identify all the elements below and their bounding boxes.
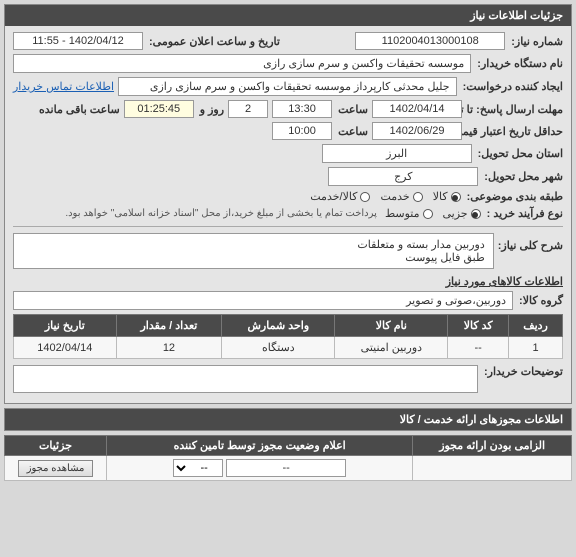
validity-label: حداقل تاریخ اعتبار قیمت: تا تاریخ:	[468, 125, 563, 138]
buyer-label: نام دستگاه خریدار:	[477, 57, 563, 70]
radio-minor[interactable]: جزیی	[443, 207, 481, 220]
desc-line2: طبق فایل پیوست	[22, 251, 485, 264]
city-label: شهر محل تحویل:	[484, 170, 563, 183]
radio-service[interactable]: خدمت	[380, 190, 422, 203]
lth-status: اعلام وضعیت مجوز توسط تامین کننده	[107, 436, 413, 456]
desc-box: دوربین مدار بسته و متعلقات طبق فایل پیوس…	[13, 233, 494, 269]
need-details-panel: جزئیات اطلاعات نیاز شماره نیاز: 11020040…	[4, 4, 572, 404]
panel-body: شماره نیاز: 1102004013000108 تاریخ و ساع…	[5, 26, 571, 403]
need-no-value: 1102004013000108	[355, 32, 505, 50]
validity-date: 1402/06/29	[372, 122, 462, 140]
lth-detail: جزئیات	[5, 436, 107, 456]
day-label: روز و	[200, 103, 224, 116]
radio-service-label: خدمت	[380, 191, 409, 203]
category-group: کالا خدمت کالا/خدمت	[310, 190, 460, 203]
license-row: -- -- مشاهده مجوز	[5, 456, 572, 481]
th-code: کد کالا	[448, 315, 509, 337]
buy-note: پرداخت تمام یا بخشی از مبلغ خرید،از محل …	[65, 208, 377, 219]
buyer-note-box	[13, 365, 478, 393]
license-required-cell	[413, 456, 572, 481]
lth-required: الزامی بودن ارائه مجوز	[413, 436, 572, 456]
buytype-label: نوع فرآیند خرید :	[487, 207, 563, 220]
deadline-time: 13:30	[272, 100, 332, 118]
category-label: طبقه بندی موضوعی:	[467, 190, 563, 203]
need-no-label: شماره نیاز:	[511, 35, 563, 48]
th-date: تاریخ نیاز	[14, 315, 117, 337]
cell-name: دوربین امنیتی	[335, 337, 448, 359]
panel-title: جزئیات اطلاعات نیاز	[5, 5, 571, 26]
cell-row: 1	[509, 337, 563, 359]
th-unit: واحد شمارش	[222, 315, 335, 337]
validity-time: 10:00	[272, 122, 332, 140]
license-status-value: --	[226, 459, 346, 477]
view-license-button[interactable]: مشاهده مجوز	[18, 460, 94, 477]
city-value: کرج	[328, 167, 478, 186]
cell-qty: 12	[116, 337, 222, 359]
requester-label: ایجاد کننده درخواست:	[463, 80, 563, 93]
contact-link[interactable]: اطلاعات تماس خریدار	[13, 80, 114, 93]
radio-minor-label: جزیی	[443, 208, 468, 220]
buyer-value: موسسه تحقیقات واکسن و سرم سازی رازی	[13, 54, 471, 73]
cell-code: --	[448, 337, 509, 359]
th-name: نام کالا	[335, 315, 448, 337]
license-detail-cell: مشاهده مجوز	[5, 456, 107, 481]
license-table: الزامی بودن ارائه مجوز اعلام وضعیت مجوز …	[4, 435, 572, 481]
requester-value: جلیل محدثی کارپرداز موسسه تحقیقات واکسن …	[118, 77, 457, 96]
radio-medium-label: متوسط	[385, 208, 420, 220]
th-row: ردیف	[509, 315, 563, 337]
desc-title: شرح کلی نیاز:	[498, 239, 563, 266]
license-status-cell: -- --	[107, 456, 413, 481]
cell-unit: دستگاه	[222, 337, 335, 359]
radio-medium[interactable]: متوسط	[385, 207, 433, 220]
deadline-label: مهلت ارسال پاسخ: تا تاریخ:	[468, 103, 563, 116]
province-value: البرز	[322, 144, 472, 163]
radio-both-label: کالا/خدمت	[310, 191, 357, 203]
license-select[interactable]: --	[173, 459, 223, 477]
time-label-1: ساعت	[338, 103, 368, 116]
radio-both[interactable]: کالا/خدمت	[310, 190, 370, 203]
day-value: 2	[228, 100, 268, 118]
license-header: اطلاعات مجوزهای ارائه خدمت / کالا	[4, 408, 572, 431]
goods-title: اطلاعات کالاهای مورد نیاز	[13, 275, 563, 288]
group-label: گروه کالا:	[519, 294, 563, 307]
desc-line1: دوربین مدار بسته و متعلقات	[22, 238, 485, 251]
announce-label: تاریخ و ساعت اعلان عمومی:	[149, 35, 280, 48]
group-value: دوربین،صوتی و تصویر	[13, 291, 513, 310]
remaining-label: ساعت باقی مانده	[39, 103, 120, 116]
goods-table: ردیف کد کالا نام کالا واحد شمارش تعداد /…	[13, 314, 563, 359]
table-row[interactable]: 1 -- دوربین امنیتی دستگاه 12 1402/04/14	[14, 337, 563, 359]
th-qty: تعداد / مقدار	[116, 315, 222, 337]
time-label-2: ساعت	[338, 125, 368, 138]
cell-date: 1402/04/14	[14, 337, 117, 359]
buytype-group: جزیی متوسط	[385, 207, 481, 220]
radio-goods[interactable]: کالا	[433, 190, 461, 203]
remaining-time: 01:25:45	[124, 100, 194, 118]
deadline-date: 1402/04/14	[372, 100, 462, 118]
announce-value: 1402/04/12 - 11:55	[13, 32, 143, 50]
radio-goods-label: کالا	[433, 191, 448, 203]
buyer-note-label: توضیحات خریدار:	[484, 365, 563, 393]
province-label: استان محل تحویل:	[478, 147, 563, 160]
